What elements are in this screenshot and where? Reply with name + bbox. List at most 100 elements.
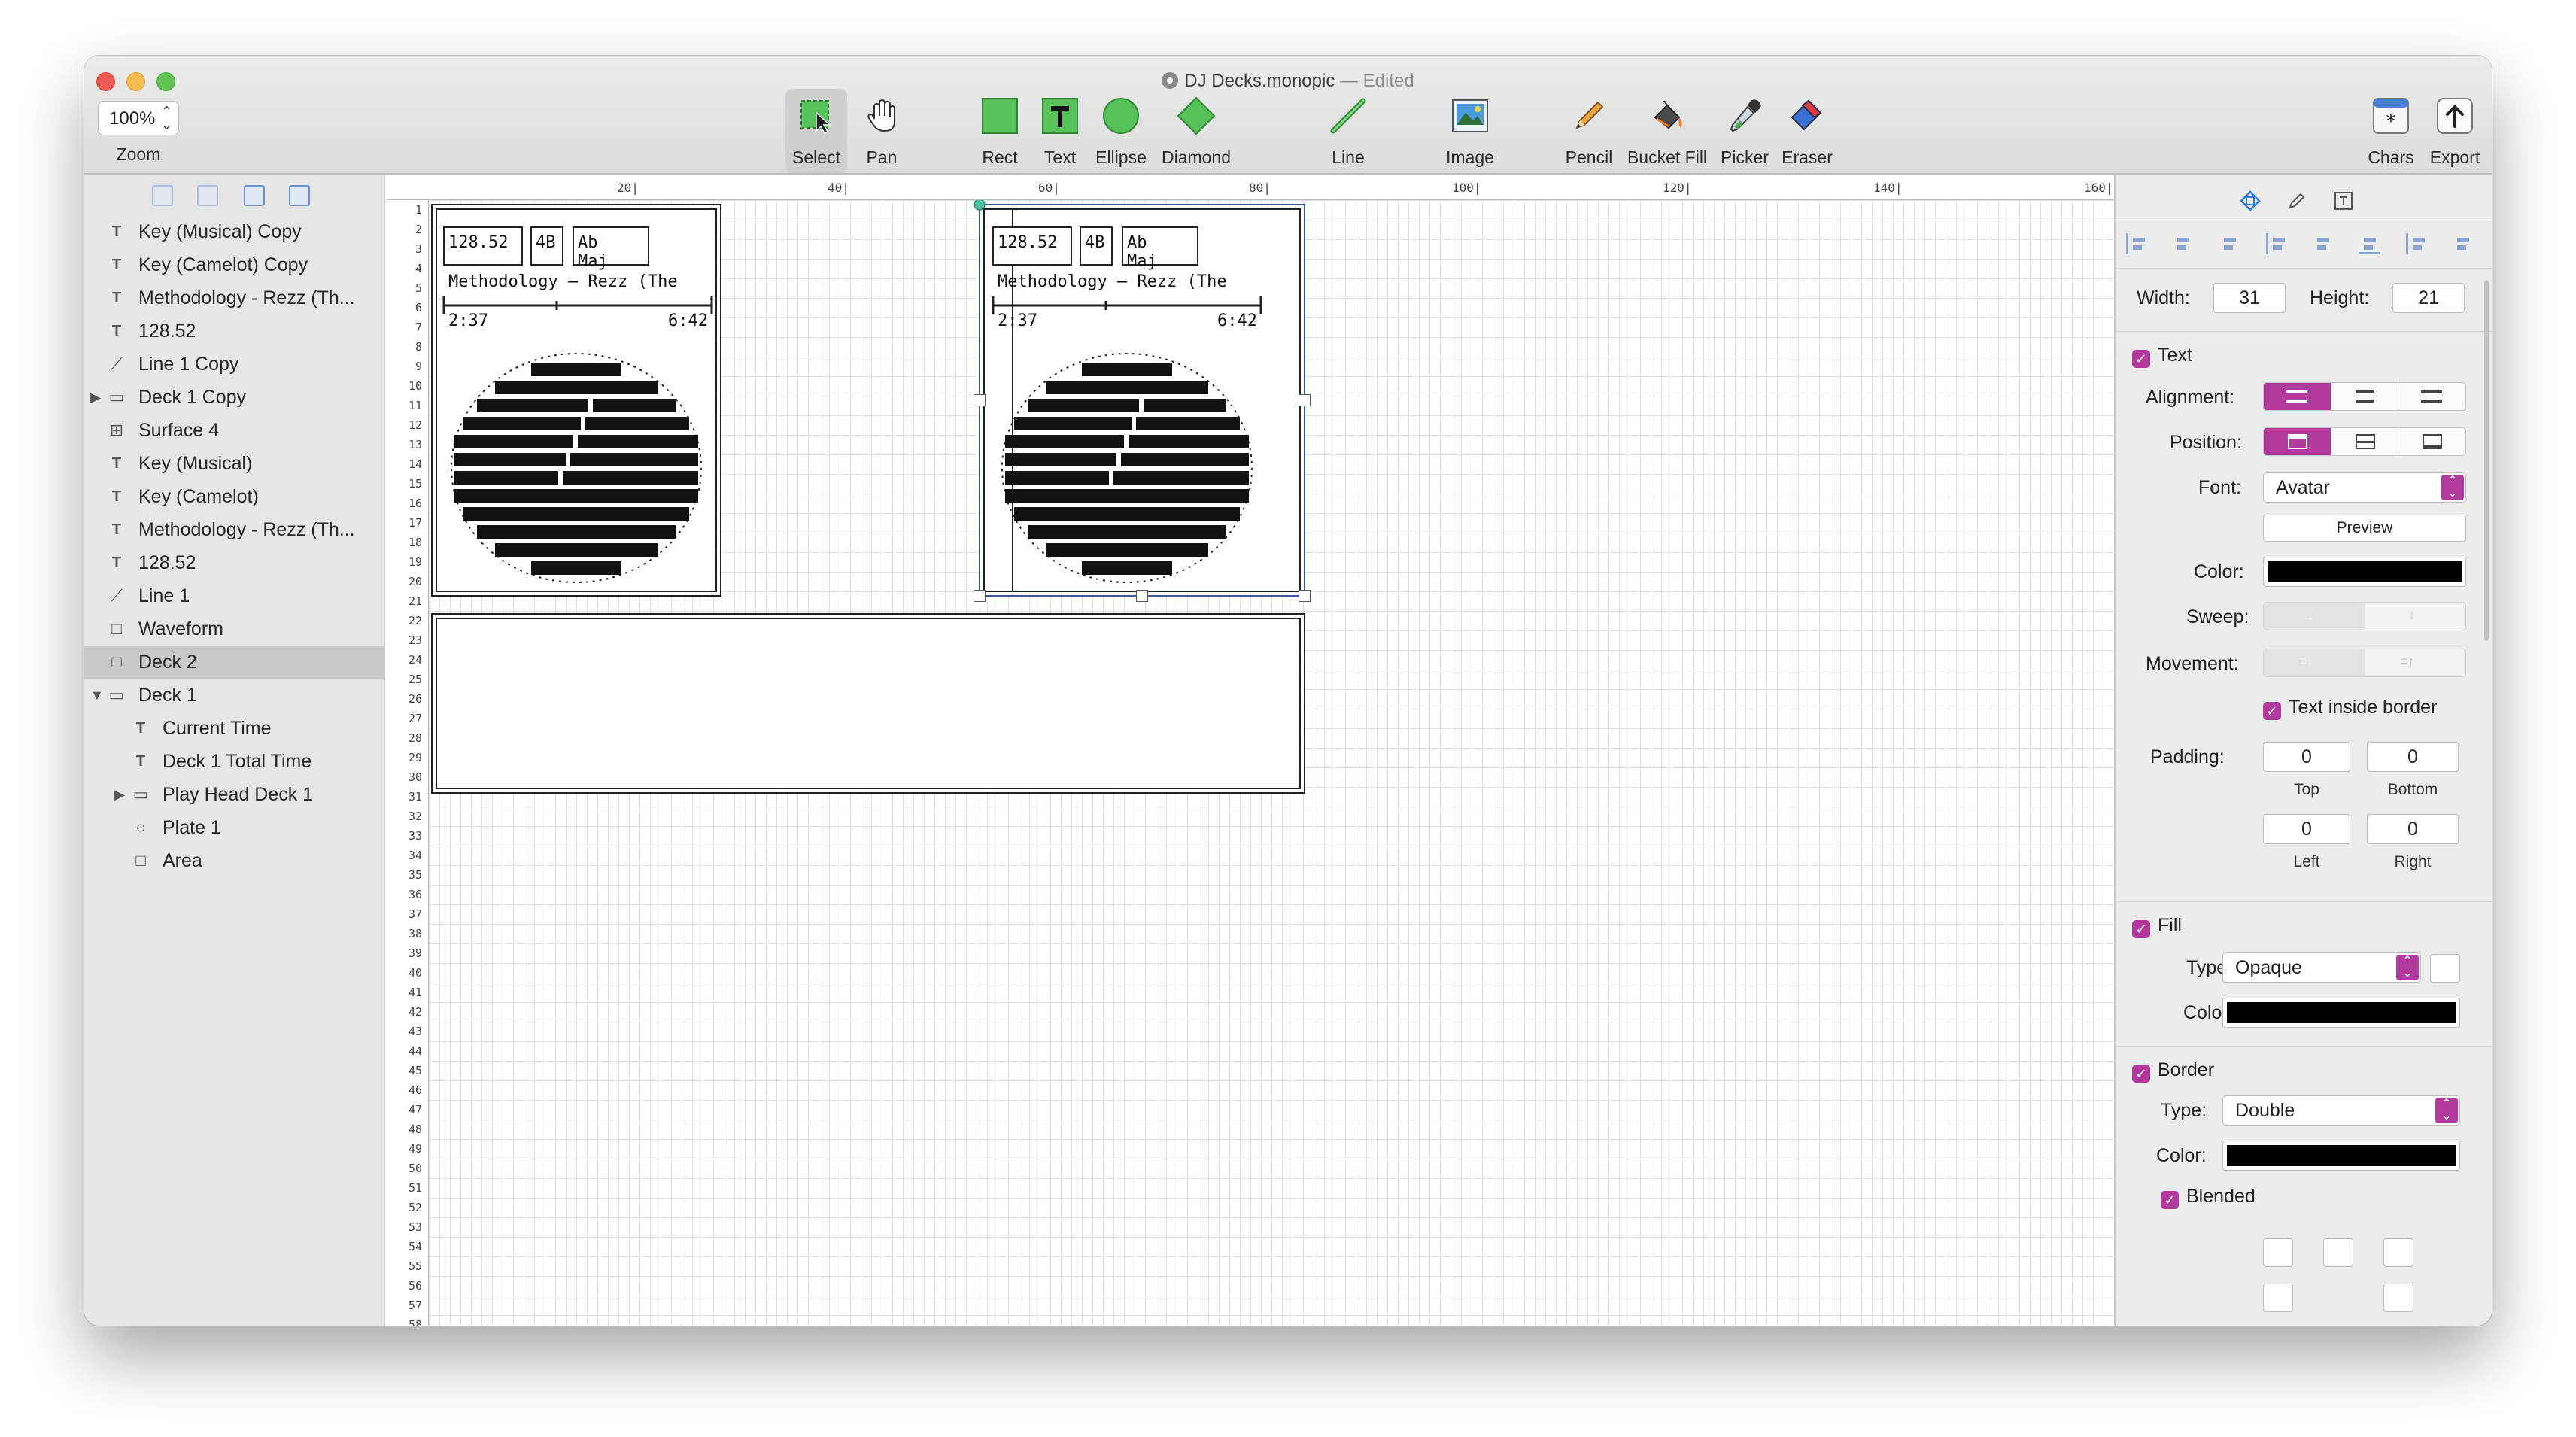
font-popup[interactable]: Avatar ⌃ ⌄ — [2263, 472, 2466, 503]
position-bottom-icon[interactable] — [2398, 428, 2465, 455]
align-vertical-centers-icon[interactable] — [2313, 233, 2334, 254]
resize-handle-bottom[interactable] — [1136, 590, 1148, 602]
text-section-toggle[interactable]: ✓ Text — [2132, 345, 2192, 368]
layer-row[interactable]: T Methodology - Rezz (Th... — [84, 281, 385, 314]
padding-bottom-field[interactable]: 0 — [2367, 742, 2459, 772]
width-field[interactable]: 31 — [2213, 283, 2286, 313]
padding-right-field[interactable]: 0 — [2367, 814, 2459, 844]
layer-row[interactable]: T Deck 1 Total Time — [84, 745, 385, 778]
line-icon: ⟋ — [111, 354, 123, 373]
layer-row[interactable]: T Key (Musical) — [84, 447, 385, 480]
text-color-well[interactable] — [2263, 557, 2466, 587]
padding-left-field[interactable]: 0 — [2263, 814, 2350, 844]
layer-row[interactable]: ▼ ▭ Deck 1 — [84, 679, 385, 712]
align-bottom-edges-icon[interactable] — [2359, 233, 2380, 254]
blended-toggle[interactable]: ✓ Blended — [2161, 1186, 2256, 1209]
border-type-popup[interactable]: Double ⌃ ⌄ — [2222, 1095, 2460, 1126]
shape-inspector-tab-icon[interactable] — [2239, 190, 2262, 212]
layer-row[interactable]: ▶ ▭ Play Head Deck 1 — [84, 778, 385, 811]
layer-row[interactable]: T 128.52 — [84, 546, 385, 579]
layer-row[interactable]: T 128.52 — [84, 314, 385, 348]
chars-button[interactable]: * Chars — [2362, 89, 2420, 173]
layer-row[interactable]: T Key (Camelot) Copy — [84, 248, 385, 281]
picker-tool[interactable]: Picker — [1715, 89, 1774, 173]
align-right-edges-icon[interactable] — [2219, 233, 2240, 254]
fill-section-toggle[interactable]: ✓ Fill — [2132, 915, 2182, 938]
text-alignment-control[interactable] — [2263, 382, 2466, 411]
border-top-left-well[interactable] — [2263, 1238, 2293, 1267]
export-button[interactable]: Export — [2424, 89, 2486, 173]
bucket-fill-tool[interactable]: Bucket Fill — [1624, 89, 1711, 173]
align-right-icon[interactable] — [2398, 383, 2465, 410]
ruler-label: 60| — [1038, 181, 1060, 195]
border-section-toggle[interactable]: ✓ Border — [2132, 1059, 2214, 1083]
text-position-control[interactable] — [2263, 427, 2466, 456]
layer-row[interactable]: ⊞ Surface 4 — [84, 414, 385, 447]
layer-row[interactable]: T Key (Camelot) — [84, 480, 385, 513]
pencil-tool[interactable]: Pencil — [1559, 89, 1619, 173]
layer-row[interactable]: ⟋ Line 1 — [84, 579, 385, 612]
ellipse-tool[interactable]: Ellipse — [1089, 89, 1153, 173]
layer-row[interactable]: ▶ ▭ Deck 1 Copy — [84, 381, 385, 414]
line-tool-label: Line — [1332, 147, 1365, 167]
resize-handle-left[interactable] — [974, 394, 986, 406]
disclosure-expanded-icon[interactable]: ▼ — [90, 679, 104, 712]
image-tool[interactable]: Image — [1438, 89, 1502, 173]
rect-tool[interactable]: Rect — [974, 89, 1026, 173]
align-left-icon[interactable] — [2264, 383, 2331, 410]
border-right-well[interactable] — [2383, 1284, 2413, 1312]
drawing-canvas[interactable]: 20| 40| 60| 80| 100| 120| 140| 160| 1 2 3 4 5 6 7 8 9 10… — [387, 175, 2114, 1326]
ruler-label: 48 — [408, 1123, 422, 1136]
fill-type-popup[interactable]: Opaque ⌃ ⌄ — [2222, 952, 2421, 983]
rotation-handle[interactable] — [974, 200, 986, 211]
layer-row[interactable]: ⟋ Line 1 Copy — [84, 348, 385, 381]
eraser-tool[interactable]: Eraser — [1777, 89, 1837, 173]
layer-name: Key (Camelot) Copy — [138, 254, 308, 275]
align-left-edges-icon[interactable] — [2126, 233, 2147, 254]
layer-row[interactable]: □ Area — [84, 844, 385, 877]
text-inspector-tab-icon[interactable] — [2332, 190, 2355, 212]
bring-forward-icon[interactable] — [152, 185, 173, 206]
position-middle-icon[interactable] — [2331, 428, 2399, 455]
fill-character-well[interactable] — [2430, 954, 2460, 983]
select-tool[interactable]: Select — [785, 89, 847, 173]
text-tool[interactable]: Text — [1035, 89, 1085, 173]
pan-tool[interactable]: Pan — [855, 89, 909, 173]
diamond-tool[interactable]: Diamond — [1157, 89, 1235, 173]
padding-top-field[interactable]: 0 — [2263, 742, 2350, 772]
border-color-well[interactable] — [2222, 1141, 2460, 1171]
preview-button[interactable]: Preview — [2263, 515, 2466, 542]
resize-handle-bottom-right[interactable] — [1299, 590, 1311, 602]
line-tool[interactable]: Line — [1320, 89, 1377, 173]
position-top-icon[interactable] — [2264, 428, 2331, 455]
border-top-right-well[interactable] — [2383, 1238, 2413, 1267]
border-top-well[interactable] — [2323, 1238, 2353, 1267]
align-top-edges-icon[interactable] — [2266, 233, 2287, 254]
layer-row[interactable]: □ Deck 2 — [84, 646, 385, 679]
text-inside-border-toggle[interactable]: ✓ Text inside border — [2263, 697, 2437, 720]
layer-row[interactable]: T Key (Musical) Copy — [84, 215, 385, 248]
disclosure-collapsed-icon[interactable]: ▶ — [90, 381, 101, 414]
bring-to-front-icon[interactable] — [244, 185, 265, 206]
layer-row[interactable]: ○ Plate 1 — [84, 811, 385, 844]
zoom-stepper[interactable]: 100% ⌃ ⌄ — [98, 101, 179, 135]
distribute-horizontally-icon[interactable] — [2406, 233, 2427, 254]
align-center-icon[interactable] — [2331, 383, 2399, 410]
border-left-well[interactable] — [2263, 1284, 2293, 1312]
distribute-vertically-icon[interactable] — [2453, 233, 2474, 254]
resize-handle-right[interactable] — [1299, 394, 1311, 406]
style-inspector-tab-icon[interactable] — [2286, 190, 2308, 212]
layer-row[interactable]: T Current Time — [84, 712, 385, 745]
layer-row[interactable]: T Methodology - Rezz (Th... — [84, 513, 385, 546]
fill-color-well[interactable] — [2222, 998, 2460, 1028]
layer-row[interactable]: □ Waveform — [84, 612, 385, 646]
waveform-frame[interactable] — [431, 613, 1305, 794]
inspector-scrollbar[interactable] — [2484, 280, 2489, 641]
send-to-back-icon[interactable] — [289, 185, 310, 206]
send-backward-icon[interactable] — [197, 185, 218, 206]
stepper-arrows-icon[interactable]: ⌃ ⌄ — [161, 105, 172, 132]
align-horizontal-centers-icon[interactable] — [2173, 233, 2194, 254]
disclosure-collapsed-icon[interactable]: ▶ — [114, 778, 125, 811]
height-field[interactable]: 21 — [2392, 283, 2465, 313]
resize-handle-bottom-left[interactable] — [974, 590, 986, 602]
